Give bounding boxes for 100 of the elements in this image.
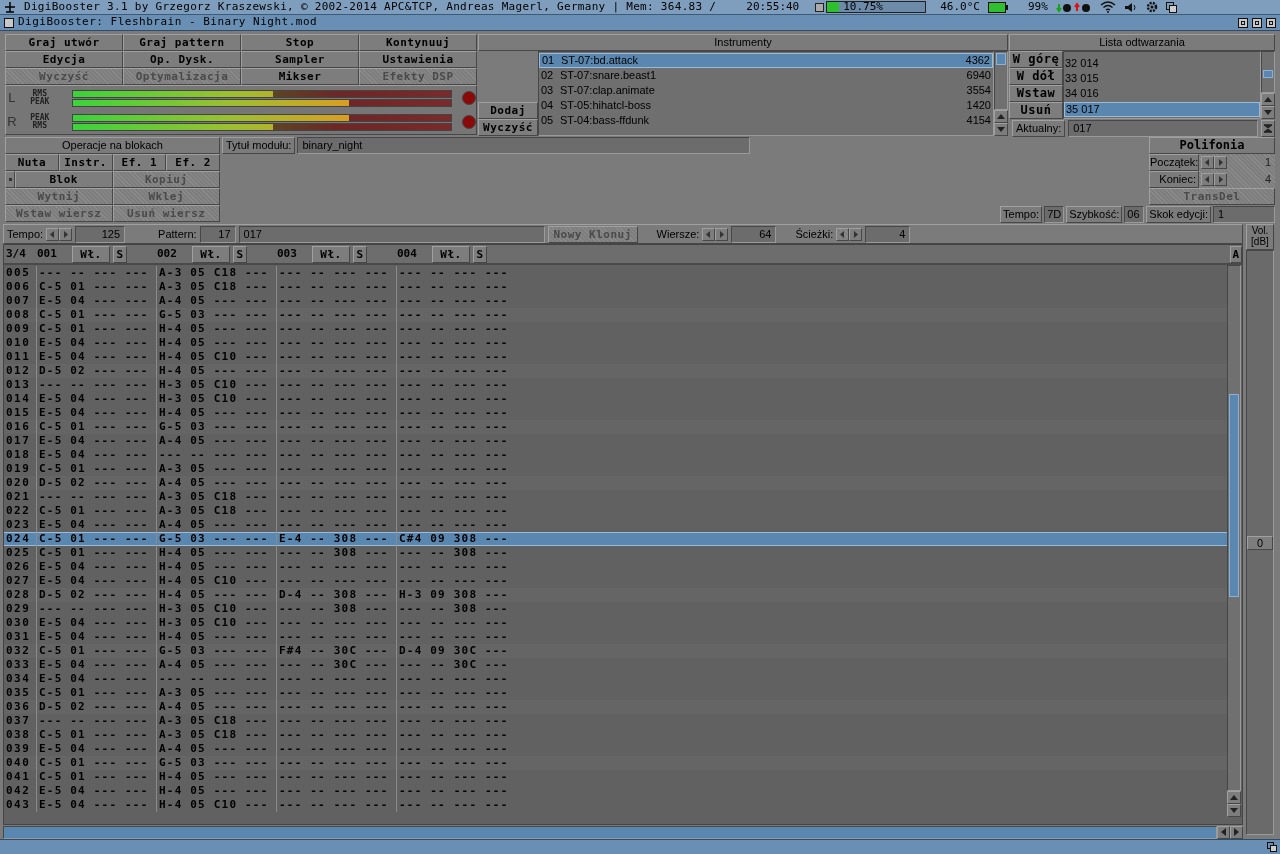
scroll-down-icon[interactable] xyxy=(994,123,1008,136)
module-title-field[interactable]: binary_night xyxy=(297,137,750,154)
pattern-row[interactable]: 041 C-5 01 --- --- H-4 05 --- --- --- -- --- --- --- -- --- --- xyxy=(4,770,1227,784)
pattern-row[interactable]: 009 C-5 01 --- --- H-4 05 --- --- --- -- --- --- --- -- --- --- xyxy=(4,322,1227,336)
pattern-row[interactable]: 016 C-5 01 --- --- G-5 03 --- --- --- -- --- --- --- -- --- --- xyxy=(4,420,1227,434)
playlist-button[interactable]: W górę xyxy=(1009,51,1063,68)
pattern-row[interactable]: 034 E-5 04 --- --- --- -- --- --- --- -- --- --- --- -- --- --- xyxy=(4,672,1227,686)
tempo-field[interactable]: 125 xyxy=(75,225,126,243)
scroll-up-icon[interactable] xyxy=(1261,93,1275,106)
pattern-row[interactable]: 005 --- -- --- --- A-3 05 C18 --- --- -- --- --- --- -- --- --- xyxy=(4,266,1227,280)
column-toggle[interactable]: Ef. 2 xyxy=(166,154,220,171)
pattern-row[interactable]: 020 D-5 02 --- --- A-4 05 --- --- --- -- --- --- --- -- --- --- xyxy=(4,476,1227,490)
horizontal-scrollbar[interactable] xyxy=(3,825,1217,839)
instrument-row[interactable]: 01 ST-07:bd.attack 4362 xyxy=(539,53,993,68)
window-gadget-icon[interactable] xyxy=(1266,17,1276,28)
instrument-button[interactable]: Dodaj xyxy=(478,102,538,119)
close-icon[interactable] xyxy=(4,17,14,28)
pattern-row[interactable]: 012 D-5 02 --- --- H-4 05 --- --- --- -- --- --- --- -- --- --- xyxy=(4,364,1227,378)
pattern-row[interactable]: 021 --- -- --- --- A-3 05 C18 --- --- -- --- --- --- -- --- --- xyxy=(4,490,1227,504)
pattern-row[interactable]: 042 E-5 04 --- --- H-4 05 --- --- --- -- --- --- --- -- --- --- xyxy=(4,784,1227,798)
setting-field[interactable]: 1 xyxy=(1213,206,1275,223)
volume-thumb[interactable]: 0 xyxy=(1247,535,1273,550)
pattern-row[interactable]: 040 C-5 01 --- --- G-5 03 --- --- --- -- --- --- --- -- --- --- xyxy=(4,756,1227,770)
pattern-row[interactable]: 033 E-5 04 --- --- A-4 05 --- --- --- -- 30C --- --- -- 30C --- xyxy=(4,658,1227,672)
playlist-button[interactable]: Wstaw xyxy=(1009,85,1063,102)
pattern-row[interactable]: 026 E-5 04 --- --- H-4 05 --- --- --- -- --- --- --- -- --- --- xyxy=(4,560,1227,574)
toolbar-button[interactable]: Graj pattern xyxy=(123,34,241,51)
pattern-row[interactable]: 028 D-5 02 --- --- H-4 05 --- --- D-4 -- 308 --- H-3 09 308 --- xyxy=(4,588,1227,602)
speaker-icon[interactable] xyxy=(1123,1,1138,13)
jump-icon[interactable] xyxy=(1261,120,1275,137)
playlist[interactable]: 32 014 33 015 34 016 35 017 xyxy=(1063,51,1261,119)
toggle-icon[interactable] xyxy=(5,171,15,188)
playlist-button[interactable]: Usuń xyxy=(1009,102,1063,119)
instrument-row[interactable]: 04 ST-05:hihatcl-boss 1420 xyxy=(539,98,993,113)
pattern-row[interactable]: 006 C-5 01 --- --- A-3 05 C18 --- --- -- --- --- --- -- --- --- xyxy=(4,280,1227,294)
mute-button[interactable]: Wł. xyxy=(192,245,230,263)
scroll-right-icon[interactable] xyxy=(1230,825,1243,839)
resize-icon[interactable] xyxy=(1267,842,1277,852)
solo-button[interactable]: S xyxy=(113,245,127,263)
instrument-button[interactable]: Wyczyść xyxy=(478,119,538,136)
scroll-up-icon[interactable] xyxy=(994,110,1008,123)
pattern-row[interactable]: 038 C-5 01 --- --- A-3 05 C18 --- --- -- --- --- --- -- --- --- xyxy=(4,728,1227,742)
pattern-row[interactable]: 037 --- -- --- --- A-3 05 C18 --- --- -- --- --- --- -- --- --- xyxy=(4,714,1227,728)
pattern-row[interactable]: 018 E-5 04 --- --- --- -- --- --- --- -- --- --- --- -- --- --- xyxy=(4,448,1227,462)
pattern-name-field[interactable]: 017 xyxy=(238,225,545,243)
instrument-row[interactable]: 05 ST-04:bass-ffdunk 4154 xyxy=(539,113,993,128)
instrument-row[interactable]: 02 ST-07:snare.beast1 6940 xyxy=(539,68,993,83)
setting-field[interactable]: 7D xyxy=(1044,206,1065,223)
pattern-row[interactable]: 024 C-5 01 --- --- G-5 03 --- --- E-4 -- 308 --- C#4 09 308 --- xyxy=(4,532,1227,546)
scroll-up-icon[interactable] xyxy=(1227,791,1241,804)
pattern-row[interactable]: 013 --- -- --- --- H-3 05 C10 --- --- -- --- --- --- -- --- --- xyxy=(4,378,1227,392)
toolbar-button[interactable]: Stop xyxy=(241,34,359,51)
mute-button[interactable]: Wł. xyxy=(312,245,350,263)
all-tracks-button[interactable]: A xyxy=(1230,245,1242,263)
playlist-row[interactable]: 33 015 xyxy=(1064,72,1260,87)
toolbar-button[interactable]: Op. Dysk. xyxy=(123,51,241,68)
scrollbar-thumb[interactable] xyxy=(996,53,1006,65)
column-toggle[interactable]: Nuta xyxy=(5,154,59,171)
playlist-button[interactable]: W dół xyxy=(1009,68,1063,85)
scroll-left-icon[interactable] xyxy=(1217,825,1230,839)
toolbar-button[interactable]: Edycja xyxy=(5,51,123,68)
current-pattern-field[interactable]: 017 xyxy=(1068,120,1258,137)
volume-slider[interactable]: 0 xyxy=(1246,250,1274,835)
gear-icon[interactable] xyxy=(1145,1,1158,13)
solo-button[interactable]: S xyxy=(353,245,367,263)
pattern-row[interactable]: 022 C-5 01 --- --- A-3 05 C18 --- --- -- --- --- --- -- --- --- xyxy=(4,504,1227,518)
mute-button[interactable]: Wł. xyxy=(72,245,110,263)
pattern-row[interactable]: 025 C-5 01 --- --- H-4 05 --- --- --- -- 308 --- --- -- 308 --- xyxy=(4,546,1227,560)
playlist-row[interactable]: 32 014 xyxy=(1064,57,1260,72)
pattern-number-field[interactable]: 17 xyxy=(199,225,236,243)
tracks-field[interactable]: 4 xyxy=(865,225,911,243)
pattern-row[interactable]: 043 E-5 04 --- --- H-4 05 C10 --- --- -- --- --- --- -- --- --- xyxy=(4,798,1227,812)
app-logo-icon[interactable] xyxy=(4,1,16,13)
pattern-row[interactable]: 036 D-5 02 --- --- A-4 05 --- --- --- -- --- --- --- -- --- --- xyxy=(4,700,1227,714)
mute-button[interactable]: Wł. xyxy=(432,245,470,263)
pattern-row[interactable]: 017 E-5 04 --- --- A-4 05 --- --- --- -- --- --- --- -- --- --- xyxy=(4,434,1227,448)
rows-field[interactable]: 64 xyxy=(731,225,777,243)
setting-field[interactable]: 06 xyxy=(1124,206,1145,223)
pattern-row[interactable]: 014 E-5 04 --- --- H-3 05 C10 --- --- -- --- --- --- -- --- --- xyxy=(4,392,1227,406)
toolbar-button[interactable]: Sampler xyxy=(241,51,359,68)
screen-depth-icon[interactable] xyxy=(1165,1,1177,13)
solo-button[interactable]: S xyxy=(233,245,247,263)
window-gadget-icon[interactable] xyxy=(1252,17,1262,28)
pattern-row[interactable]: 010 E-5 04 --- --- H-4 05 --- --- --- -- --- --- --- -- --- --- xyxy=(4,336,1227,350)
pattern-row[interactable]: 032 C-5 01 --- --- G-5 03 --- --- F#4 -- 30C --- D-4 09 30C --- xyxy=(4,644,1227,658)
solo-button[interactable]: S xyxy=(473,245,487,263)
pattern-row[interactable]: 029 --- -- --- --- H-3 05 C10 --- --- -- 308 --- --- -- 308 --- xyxy=(4,602,1227,616)
toolbar-button[interactable]: Mikser xyxy=(241,68,359,85)
scroll-down-icon[interactable] xyxy=(1227,804,1241,817)
scrollbar-thumb[interactable] xyxy=(1229,394,1239,597)
toolbar-button[interactable]: Kontynuuj xyxy=(359,34,477,51)
pattern-row[interactable]: 030 E-5 04 --- --- H-3 05 C10 --- --- -- --- --- --- -- --- --- xyxy=(4,616,1227,630)
column-toggle[interactable]: Ef. 1 xyxy=(112,154,167,171)
scroll-down-icon[interactable] xyxy=(1261,106,1275,119)
scrollbar-thumb[interactable] xyxy=(1263,70,1273,78)
playlist-row[interactable]: 34 016 xyxy=(1064,87,1260,102)
playlist-row[interactable]: 35 017 xyxy=(1064,102,1260,117)
instrument-row[interactable]: 03 ST-07:clap.animate 3554 xyxy=(539,83,993,98)
window-gadget-icon[interactable] xyxy=(1238,17,1248,28)
column-toggle[interactable]: Instr. xyxy=(58,154,113,171)
